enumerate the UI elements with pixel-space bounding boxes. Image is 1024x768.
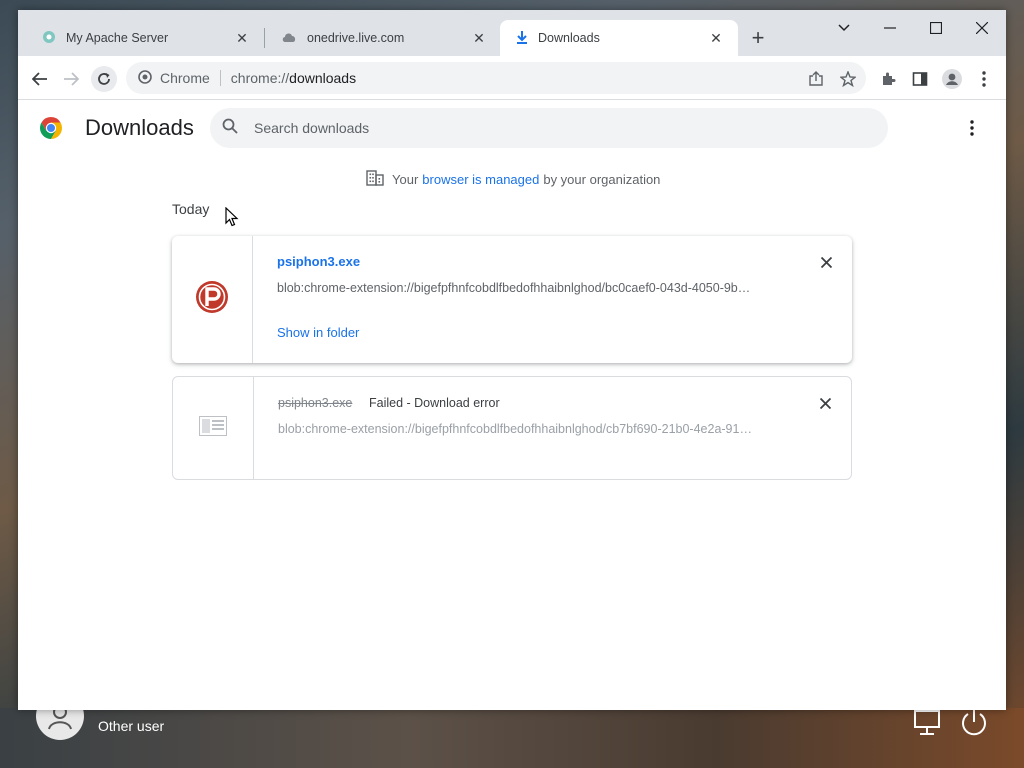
mouse-cursor-icon bbox=[225, 206, 239, 232]
search-icon bbox=[222, 118, 238, 139]
power-icon[interactable] bbox=[958, 708, 990, 738]
file-icon bbox=[199, 415, 227, 441]
download-item: psiphon3.exe blob:chrome-extension://big… bbox=[172, 236, 852, 363]
browser-menu-icon[interactable] bbox=[971, 66, 997, 92]
page-title: Downloads bbox=[85, 115, 194, 140]
close-window-button[interactable] bbox=[960, 14, 1004, 42]
building-icon bbox=[366, 170, 384, 189]
failed-file-name[interactable]: psiphon3.exe bbox=[278, 396, 352, 410]
reload-button[interactable] bbox=[91, 66, 117, 92]
psiphon-icon bbox=[195, 280, 229, 319]
page-header: Downloads bbox=[18, 100, 1006, 156]
download-icon bbox=[516, 30, 528, 47]
show-in-folder-link[interactable]: Show in folder bbox=[277, 325, 359, 340]
toolbar: Chrome chrome://downloads bbox=[18, 56, 1006, 100]
forward-button[interactable] bbox=[58, 66, 84, 92]
download-status: Failed - Download error bbox=[369, 396, 500, 410]
url-scheme: chrome:// bbox=[230, 70, 290, 86]
more-actions-icon[interactable] bbox=[960, 116, 984, 140]
remove-download-button[interactable] bbox=[818, 254, 834, 270]
network-icon[interactable] bbox=[912, 708, 944, 738]
section-date-heading: Today bbox=[172, 201, 210, 217]
tab-title: onedrive.live.com bbox=[307, 31, 405, 45]
omnibox-divider bbox=[219, 70, 221, 86]
download-icon-column bbox=[173, 377, 254, 479]
download-icon-column bbox=[172, 236, 253, 363]
browser-window: My Apache Server ✕ onedrive.live.com ✕ D… bbox=[18, 10, 1006, 710]
login-user-name: Other user bbox=[98, 718, 165, 734]
bookmark-star-icon[interactable] bbox=[835, 66, 861, 92]
close-icon[interactable]: ✕ bbox=[234, 30, 250, 46]
tab-downloads[interactable]: Downloads ✕ bbox=[500, 20, 738, 56]
site-chip-label: Chrome bbox=[160, 70, 210, 86]
managed-prefix: Your bbox=[392, 172, 419, 187]
chrome-logo-icon bbox=[39, 116, 63, 140]
downloads-page: Downloads Your browser is managed by you… bbox=[18, 100, 1006, 710]
back-button[interactable] bbox=[27, 66, 53, 92]
extensions-icon[interactable] bbox=[875, 66, 901, 92]
search-input[interactable] bbox=[254, 120, 814, 136]
new-tab-button[interactable]: + bbox=[746, 25, 770, 50]
file-name-link[interactable]: psiphon3.exe bbox=[277, 254, 360, 269]
download-url: blob:chrome-extension://bigefpfhnfcobdlf… bbox=[277, 281, 751, 295]
side-panel-icon[interactable] bbox=[907, 66, 933, 92]
remove-download-button[interactable] bbox=[817, 395, 833, 411]
url-host: downloads bbox=[289, 70, 357, 86]
address-bar[interactable]: Chrome chrome://downloads bbox=[126, 62, 866, 94]
tab-strip: My Apache Server ✕ onedrive.live.com ✕ D… bbox=[18, 10, 1006, 56]
download-item: psiphon3.exe Failed - Download error blo… bbox=[172, 376, 852, 480]
browser-managed-link[interactable]: browser is managed bbox=[422, 172, 539, 187]
tab-title: My Apache Server bbox=[66, 31, 169, 45]
close-icon[interactable]: ✕ bbox=[708, 30, 724, 46]
search-downloads-box[interactable] bbox=[210, 108, 888, 148]
managed-suffix: by your organization bbox=[543, 172, 661, 187]
cloud-icon bbox=[281, 31, 297, 46]
globe-icon bbox=[42, 30, 56, 47]
maximize-button[interactable] bbox=[914, 14, 958, 42]
close-icon[interactable]: ✕ bbox=[471, 30, 487, 46]
tab-title: Downloads bbox=[538, 31, 600, 45]
minimize-button[interactable] bbox=[868, 14, 912, 42]
share-icon[interactable] bbox=[803, 66, 829, 92]
managed-notice: Your browser is managed by your organiza… bbox=[366, 170, 660, 189]
tab-my-apache-server[interactable]: My Apache Server ✕ bbox=[26, 20, 264, 56]
chrome-site-icon bbox=[138, 69, 152, 87]
profile-avatar-icon[interactable] bbox=[939, 66, 965, 92]
download-url: blob:chrome-extension://bigefpfhnfcobdlf… bbox=[278, 422, 752, 436]
tab-search-icon[interactable] bbox=[822, 14, 866, 42]
tab-onedrive[interactable]: onedrive.live.com ✕ bbox=[265, 20, 501, 56]
